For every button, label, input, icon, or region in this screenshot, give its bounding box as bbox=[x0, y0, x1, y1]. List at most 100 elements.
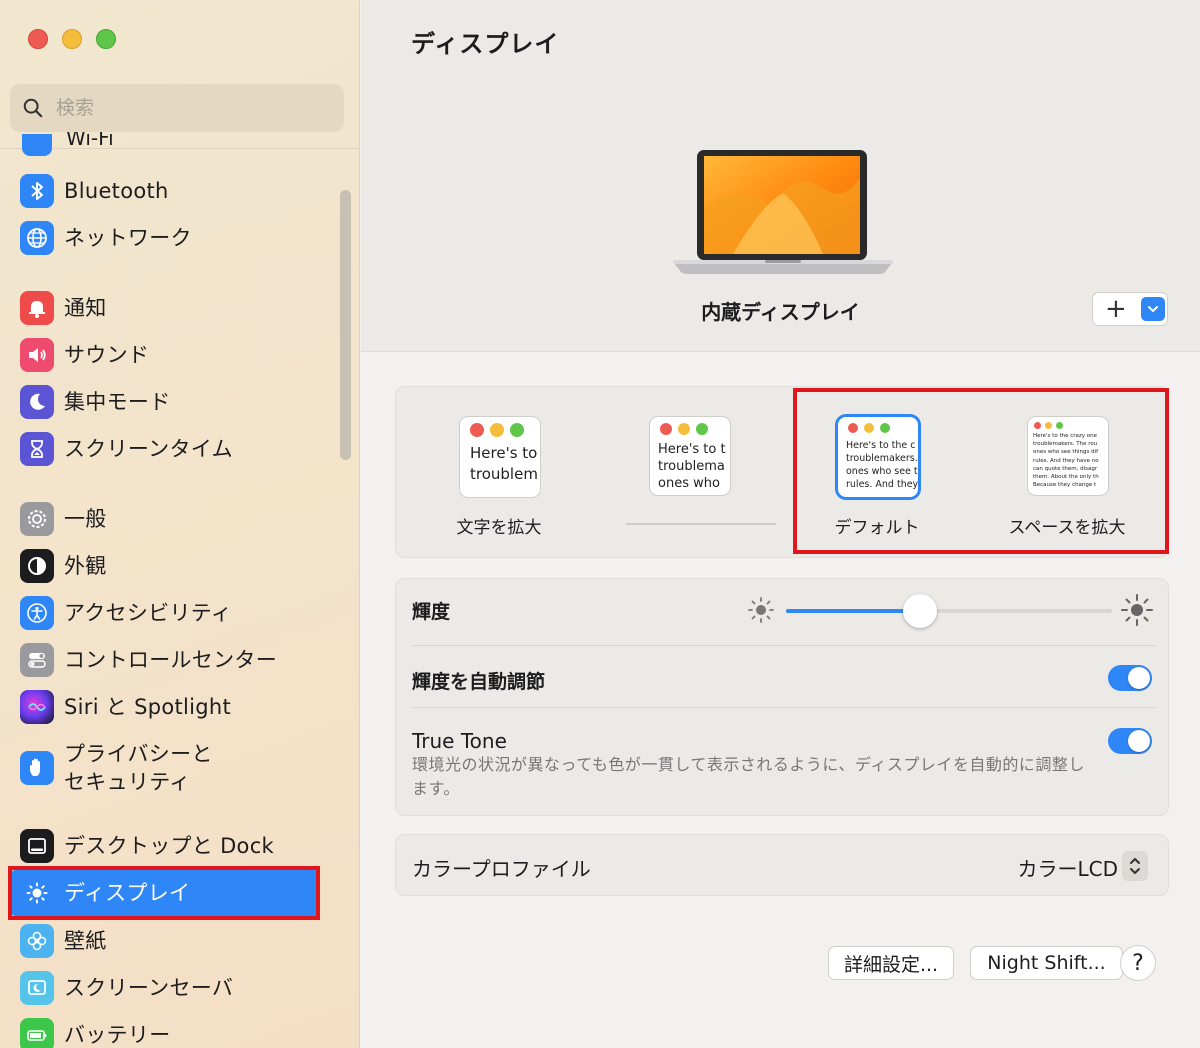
search-input[interactable] bbox=[56, 97, 316, 119]
sidebar-item-label-line2: セキュリティ bbox=[64, 770, 191, 794]
sidebar-item-label: スクリーンセーバ bbox=[64, 976, 234, 1000]
sidebar-item-label: 壁紙 bbox=[64, 929, 107, 953]
zoom-button[interactable] bbox=[96, 29, 116, 49]
sidebar-item-battery[interactable]: バッテリー bbox=[10, 1012, 320, 1048]
chevron-down-icon[interactable] bbox=[1140, 297, 1165, 321]
sun-large-icon bbox=[1121, 594, 1153, 626]
search-field[interactable] bbox=[10, 84, 344, 132]
sidebar-item-label: バッテリー bbox=[64, 1023, 171, 1047]
sidebar-item-privacy-security[interactable]: プライバシーと セキュリティ bbox=[10, 738, 320, 798]
sidebar-item-label: サウンド bbox=[64, 343, 150, 367]
screensaver-icon bbox=[20, 971, 54, 1005]
toggles-icon bbox=[20, 643, 54, 677]
highlight-box-sidebar bbox=[8, 866, 320, 920]
sidebar-item-desktop-dock[interactable]: デスクトップと Dock bbox=[10, 823, 320, 869]
resolution-scale-line bbox=[626, 523, 776, 525]
sidebar-item-label: デスクトップと Dock bbox=[64, 834, 275, 858]
sidebar-item-general[interactable]: 一般 bbox=[10, 496, 320, 542]
globe-icon bbox=[20, 221, 54, 255]
brightness-slider[interactable] bbox=[786, 594, 1112, 628]
bell-icon bbox=[20, 291, 54, 325]
sidebar-item-wifi-partial[interactable]: Wi-Fi bbox=[66, 132, 126, 154]
speaker-icon bbox=[20, 338, 54, 372]
highlight-box-resolution bbox=[793, 388, 1169, 554]
moon-icon bbox=[20, 385, 54, 419]
sidebar-item-label: 集中モード bbox=[64, 390, 171, 414]
sidebar-item-screen-saver[interactable]: スクリーンセーバ bbox=[10, 965, 320, 1011]
page-title: ディスプレイ bbox=[411, 30, 560, 58]
preview-text: Here's to t troublema ones who bbox=[658, 442, 726, 491]
sidebar-item-label: 外観 bbox=[64, 554, 107, 578]
sidebar-item-label: プライバシーと セキュリティ bbox=[64, 740, 213, 796]
sidebar-item-label: Siri と Spotlight bbox=[64, 695, 232, 719]
sidebar-item-label-line1: プライバシーと bbox=[64, 742, 213, 766]
sidebar-item-accessibility[interactable]: アクセシビリティ bbox=[10, 590, 320, 636]
sidebar-item-label: アクセシビリティ bbox=[64, 601, 233, 625]
brightness-label: 輝度 bbox=[412, 601, 451, 623]
sidebar-item-screen-time[interactable]: スクリーンタイム bbox=[10, 426, 320, 472]
hand-icon bbox=[20, 751, 54, 785]
window-controls bbox=[28, 29, 116, 49]
preview-text: Here's to troublem bbox=[470, 444, 538, 483]
flower-icon bbox=[20, 924, 54, 958]
brightness-slider-knob[interactable] bbox=[902, 594, 937, 628]
siri-icon bbox=[20, 690, 54, 724]
sidebar-item-label: 一般 bbox=[64, 507, 107, 531]
sidebar-item-label: 通知 bbox=[64, 296, 107, 320]
true-tone-toggle[interactable] bbox=[1108, 728, 1152, 754]
display-name: 内蔵ディスプレイ bbox=[701, 300, 860, 324]
sidebar-item-notifications[interactable]: 通知 bbox=[10, 285, 320, 331]
sidebar-item-sound[interactable]: サウンド bbox=[10, 332, 320, 378]
color-profile-value[interactable]: カラーLCD bbox=[1017, 853, 1118, 882]
row-divider bbox=[412, 707, 1156, 708]
advanced-settings-button[interactable]: 詳細設定... bbox=[828, 946, 954, 980]
resolution-label: 文字を拡大 bbox=[456, 518, 542, 538]
color-profile-stepper[interactable] bbox=[1122, 851, 1148, 881]
window-dots bbox=[650, 417, 730, 435]
sidebar-item-appearance[interactable]: 外観 bbox=[10, 543, 320, 589]
plus-icon: + bbox=[1105, 294, 1127, 324]
battery-icon bbox=[20, 1018, 54, 1048]
bluetooth-icon bbox=[20, 174, 54, 208]
sidebar: Wi-Fi Bluetooth ネットワーク 通知 サウンド 集中モード bbox=[0, 0, 360, 1048]
sidebar-item-bluetooth[interactable]: Bluetooth bbox=[10, 168, 320, 214]
gear-icon bbox=[20, 502, 54, 536]
auto-brightness-toggle[interactable] bbox=[1108, 665, 1152, 691]
display-arrangement-area: ディスプレイ 内蔵ディスプレイ + bbox=[361, 0, 1200, 352]
sidebar-scrollbar[interactable] bbox=[340, 190, 351, 460]
dock-icon bbox=[20, 829, 54, 863]
brightness-slider-fill bbox=[786, 609, 920, 613]
add-display-button[interactable]: + bbox=[1092, 292, 1168, 326]
resolution-option-larger-text[interactable]: Here's to troublem bbox=[460, 417, 540, 497]
sidebar-item-wallpaper[interactable]: 壁紙 bbox=[10, 918, 320, 964]
appearance-icon bbox=[20, 549, 54, 583]
night-shift-button[interactable]: Night Shift... bbox=[970, 946, 1123, 980]
true-tone-label: True Tone bbox=[412, 729, 507, 753]
accessibility-icon bbox=[20, 596, 54, 630]
brightness-panel: 輝度 輝度を自動調節 True Tone 環境光の状況が異なっても色が一貫して表… bbox=[395, 578, 1169, 816]
sidebar-divider bbox=[0, 148, 358, 149]
macbook-icon[interactable] bbox=[673, 148, 893, 280]
resolution-option-2[interactable]: Here's to t troublema ones who bbox=[650, 417, 730, 495]
sidebar-item-focus[interactable]: 集中モード bbox=[10, 379, 320, 425]
up-down-chevron-icon bbox=[1130, 858, 1140, 874]
sidebar-item-label: スクリーンタイム bbox=[64, 437, 233, 461]
help-button[interactable]: ? bbox=[1120, 945, 1156, 981]
color-profile-panel: カラープロファイル カラーLCD bbox=[395, 834, 1169, 896]
color-profile-label: カラープロファイル bbox=[412, 857, 591, 881]
sidebar-item-label: コントロールセンター bbox=[64, 648, 277, 672]
true-tone-description: 環境光の状況が異なっても色が一貫して表示されるように、ディスプレイを自動的に調整… bbox=[412, 755, 1085, 798]
sidebar-item-control-center[interactable]: コントロールセンター bbox=[10, 637, 320, 683]
main-content: ディスプレイ 内蔵ディスプレイ + Here's to troublem 文字を… bbox=[361, 0, 1200, 1048]
sidebar-item-siri-spotlight[interactable]: Siri と Spotlight bbox=[10, 684, 320, 730]
sidebar-item-network[interactable]: ネットワーク bbox=[10, 215, 320, 261]
row-divider bbox=[412, 645, 1156, 646]
auto-brightness-label: 輝度を自動調節 bbox=[412, 671, 546, 693]
sidebar-item-label: Bluetooth bbox=[64, 179, 169, 203]
sidebar-item-label: ネットワーク bbox=[64, 226, 192, 250]
sun-small-icon bbox=[748, 597, 774, 623]
search-icon bbox=[23, 98, 43, 118]
window-dots bbox=[460, 417, 540, 437]
close-button[interactable] bbox=[28, 29, 48, 49]
minimize-button[interactable] bbox=[62, 29, 82, 49]
